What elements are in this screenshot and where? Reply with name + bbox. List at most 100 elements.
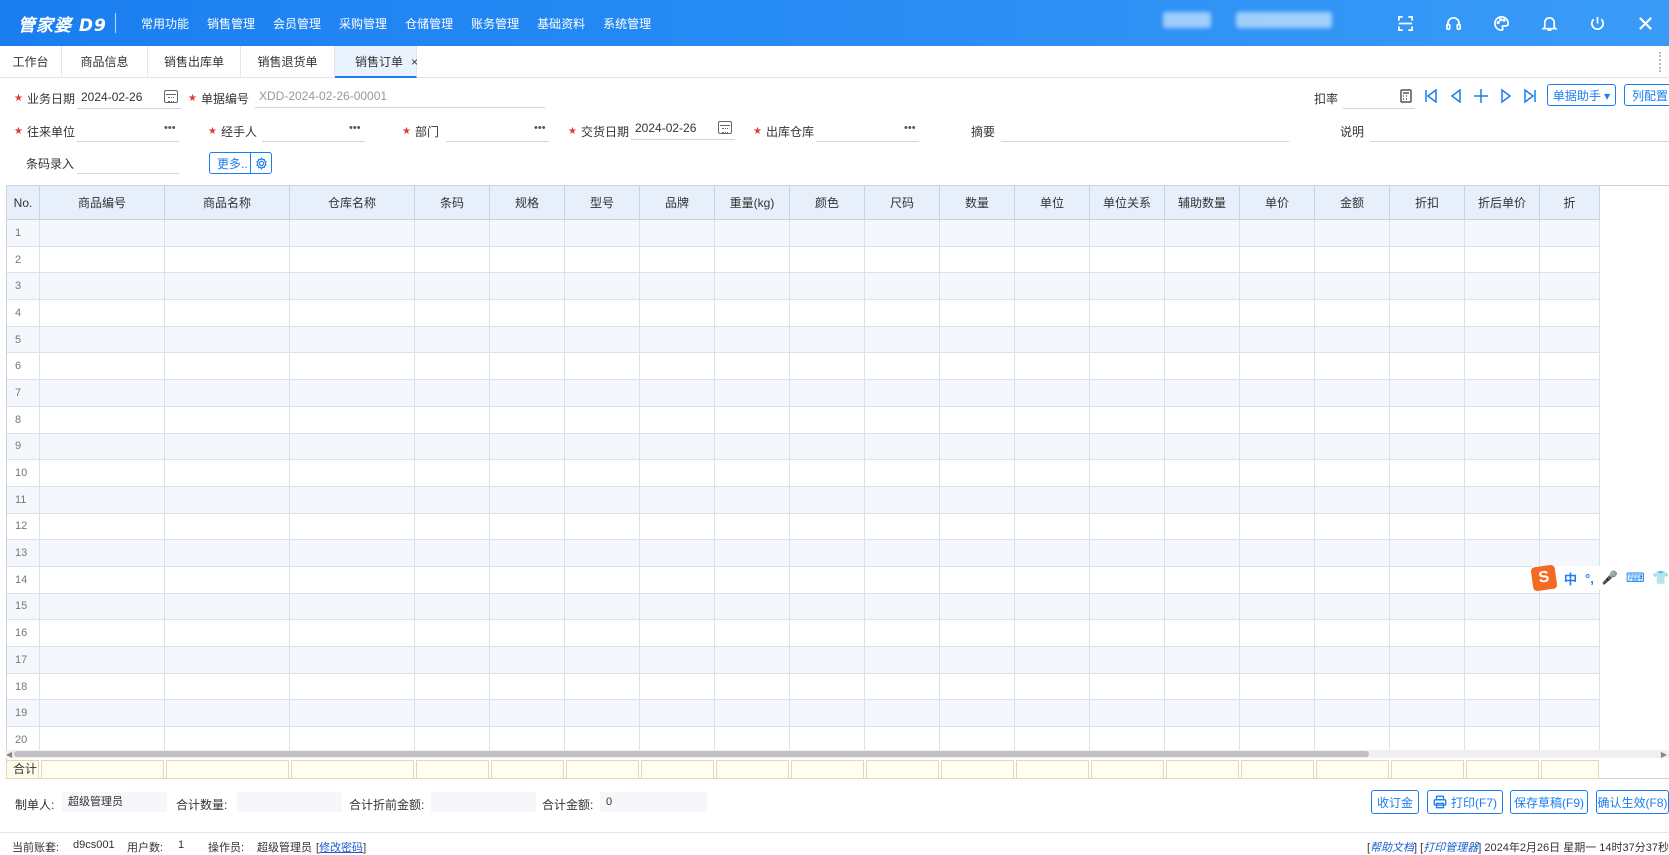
table-cell[interactable] [1090,353,1165,381]
table-cell[interactable] [1090,326,1165,354]
table-cell[interactable] [1465,673,1540,701]
table-cell[interactable] [490,486,565,514]
table-cell[interactable] [1540,460,1600,487]
table-cell[interactable] [165,673,290,701]
table-cell[interactable] [1390,620,1465,647]
table-cell[interactable] [1015,593,1090,621]
table-cell[interactable] [790,620,865,647]
table-cell[interactable] [1390,673,1465,701]
table-cell[interactable] [1165,593,1240,621]
table-cell[interactable] [290,246,415,274]
table-cell[interactable] [1015,700,1090,728]
table-cell[interactable] [940,326,1015,354]
table-cell[interactable] [165,433,290,461]
column-header[interactable]: 辅助数量 [1165,186,1240,220]
calendar-icon[interactable] [718,121,732,134]
table-cell[interactable] [1015,433,1090,461]
table-cell[interactable] [940,380,1015,407]
table-cell[interactable] [865,540,940,567]
table-cell[interactable] [1540,246,1600,274]
table-cell[interactable] [1240,273,1315,301]
next-record-icon[interactable] [1498,88,1514,104]
table-cell[interactable] [865,513,940,541]
ime-keyboard-icon[interactable]: ⌨ [1626,570,1645,586]
summary-input[interactable] [1001,120,1289,142]
table-cell[interactable] [940,566,1015,594]
table-cell[interactable] [165,406,290,434]
table-cell[interactable] [1240,353,1315,381]
table-cell[interactable] [565,300,640,327]
table-cell[interactable] [165,513,290,541]
table-cell[interactable] [640,540,715,567]
table-cell[interactable] [640,433,715,461]
table-cell[interactable] [1540,380,1600,407]
table-cell[interactable] [940,353,1015,381]
table-cell[interactable] [865,593,940,621]
table-cell[interactable] [1465,406,1540,434]
table-cell[interactable] [1465,380,1540,407]
table-cell[interactable] [1315,300,1390,327]
table-cell[interactable] [1015,380,1090,407]
table-cell[interactable] [1540,326,1600,354]
table-cell[interactable] [1465,273,1540,301]
table-cell[interactable] [1015,566,1090,594]
bill-helper-button[interactable]: 单据助手 ▾ [1547,84,1616,106]
table-cell[interactable] [40,486,165,514]
table-cell[interactable] [940,406,1015,434]
table-cell[interactable] [1090,593,1165,621]
table-cell[interactable] [1390,513,1465,541]
table-cell[interactable] [165,460,290,487]
table-cell[interactable] [165,300,290,327]
table-cell[interactable] [1015,300,1090,327]
column-header[interactable]: 尺码 [865,186,940,220]
table-cell[interactable] [640,220,715,247]
table-cell[interactable] [1165,220,1240,247]
table-cell[interactable] [415,220,490,247]
table-row[interactable]: 14 [7,566,1600,594]
tab-close-icon[interactable]: × [411,55,418,69]
table-cell[interactable] [865,380,940,407]
change-password-link[interactable]: 修改密码 [319,842,363,854]
table-cell[interactable] [415,353,490,381]
table-cell[interactable] [290,300,415,327]
table-cell[interactable] [1240,700,1315,728]
confirm-effective-button[interactable]: 确认生效(F8) [1596,790,1669,814]
table-cell[interactable] [1015,353,1090,381]
column-header[interactable]: 颜色 [790,186,865,220]
menu-warehouse-management[interactable]: 仓储管理 [396,15,462,32]
table-cell[interactable] [1165,620,1240,647]
table-cell[interactable] [1540,433,1600,461]
table-cell[interactable] [1315,433,1390,461]
table-cell[interactable] [1465,300,1540,327]
table-cell[interactable] [640,513,715,541]
table-cell[interactable] [415,326,490,354]
table-cell[interactable] [640,673,715,701]
table-cell[interactable] [415,460,490,487]
table-cell[interactable] [490,300,565,327]
table-cell[interactable] [415,593,490,621]
table-cell[interactable] [290,486,415,514]
horizontal-scrollbar[interactable] [6,750,1669,758]
menu-common-functions[interactable]: 常用功能 [132,15,198,32]
table-cell[interactable] [640,406,715,434]
column-header[interactable]: 仓库名称 [290,186,415,220]
table-cell[interactable] [715,380,790,407]
tab-sales-order[interactable]: 销售订单 × [335,46,418,78]
table-cell[interactable] [1015,673,1090,701]
table-cell[interactable] [1540,220,1600,247]
table-cell[interactable] [415,540,490,567]
column-header[interactable]: 商品编号 [40,186,165,220]
table-cell[interactable] [715,486,790,514]
table-row[interactable]: 15 [7,593,1600,621]
scan-icon[interactable] [1381,0,1429,46]
table-cell[interactable] [1315,566,1390,594]
table-cell[interactable] [790,246,865,274]
department-ellipsis-icon[interactable]: ••• [534,122,546,134]
tab-overflow-handle[interactable] [1659,52,1665,72]
tab-sales-outbound[interactable]: 销售出库单 [148,46,241,78]
table-cell[interactable] [415,300,490,327]
table-cell[interactable] [490,620,565,647]
column-header[interactable]: 商品名称 [165,186,290,220]
table-cell[interactable] [1390,540,1465,567]
table-cell[interactable] [40,460,165,487]
